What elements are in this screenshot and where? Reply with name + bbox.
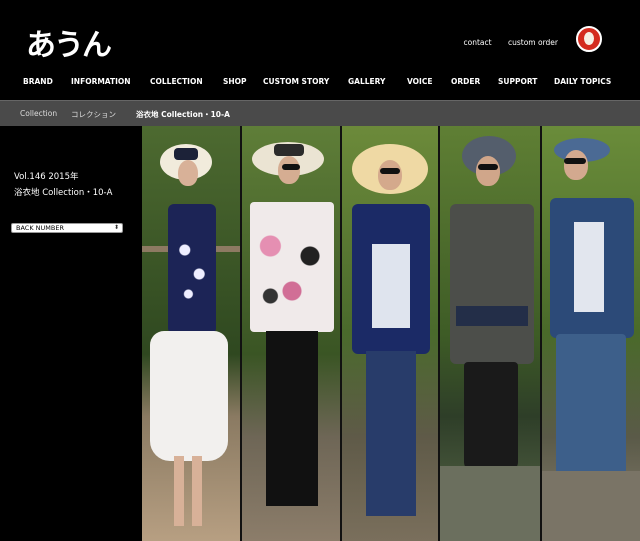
contact-link[interactable]: contact <box>464 38 492 47</box>
breadcrumb-collection[interactable]: Collection <box>20 109 57 118</box>
model-head <box>476 156 500 186</box>
denim-pants <box>556 334 626 474</box>
collection-photo <box>142 126 640 541</box>
site-header: あうん contact custom order BRAND INFORMATI… <box>0 0 640 100</box>
white-panel <box>372 244 410 328</box>
denim-skirt <box>366 351 416 516</box>
model-head <box>178 160 198 186</box>
nav-shop[interactable]: SHOP <box>223 77 247 86</box>
site-logo[interactable]: あうん <box>26 20 112 64</box>
select-arrows-icon: ⬍ <box>113 224 119 231</box>
hat-band <box>174 148 198 160</box>
utility-links: contact custom order <box>450 38 558 47</box>
path-ground <box>440 466 540 541</box>
model-head <box>378 160 402 190</box>
photo-panel-2 <box>242 126 340 541</box>
photo-panel-1 <box>142 126 240 541</box>
nav-voice[interactable]: VOICE <box>407 77 432 86</box>
nav-gallery[interactable]: GALLERY <box>348 77 385 86</box>
nav-daily-topics[interactable]: DAILY TOPICS <box>554 77 611 86</box>
photo-panel-3 <box>342 126 438 541</box>
white-panel <box>574 222 604 312</box>
sunglasses-icon <box>282 164 300 170</box>
navy-band <box>456 306 528 326</box>
sunglasses-icon <box>380 168 400 174</box>
breadcrumb-collection-jp[interactable]: コレクション <box>71 109 116 120</box>
nav-order[interactable]: ORDER <box>451 77 480 86</box>
main-nav: BRAND INFORMATION COLLECTION SHOP CUSTOM… <box>0 77 640 89</box>
grey-top <box>450 204 534 364</box>
face-icon <box>584 32 594 45</box>
nav-brand[interactable]: BRAND <box>23 77 53 86</box>
photo-panel-5 <box>542 126 640 541</box>
leg <box>192 456 202 526</box>
custom-order-link[interactable]: custom order <box>508 38 558 47</box>
back-number-select[interactable]: BACK NUMBER ⬍ <box>11 223 123 233</box>
model-head <box>278 156 300 184</box>
white-skirt <box>150 331 228 461</box>
seal-logo-icon[interactable] <box>576 26 602 52</box>
sunglasses-icon <box>564 158 586 164</box>
black-trousers <box>266 331 318 506</box>
nav-information[interactable]: INFORMATION <box>71 77 131 86</box>
breadcrumb-current: 浴衣地 Collection・10-A <box>136 110 230 119</box>
path-ground <box>542 471 640 541</box>
hat-band <box>274 144 304 156</box>
breadcrumb: Collection コレクション 浴衣地 Collection・10-A <box>0 100 640 126</box>
nav-custom-story[interactable]: CUSTOM STORY <box>263 77 329 86</box>
back-number-value: BACK NUMBER <box>16 224 64 232</box>
sunglasses-icon <box>478 164 498 170</box>
black-pants <box>464 362 518 472</box>
nav-support[interactable]: SUPPORT <box>498 77 537 86</box>
collection-subtitle: 浴衣地 Collection・10-A <box>14 188 113 198</box>
volume-label: Vol.146 2015年 <box>14 172 79 182</box>
leg <box>174 456 184 526</box>
sidebar: Vol.146 2015年 浴衣地 Collection・10-A BACK N… <box>0 126 142 541</box>
photo-panel-4 <box>440 126 540 541</box>
model-head <box>564 150 588 180</box>
print-pattern <box>256 216 328 316</box>
floral-pattern <box>174 226 210 306</box>
nav-collection[interactable]: COLLECTION <box>150 77 203 86</box>
